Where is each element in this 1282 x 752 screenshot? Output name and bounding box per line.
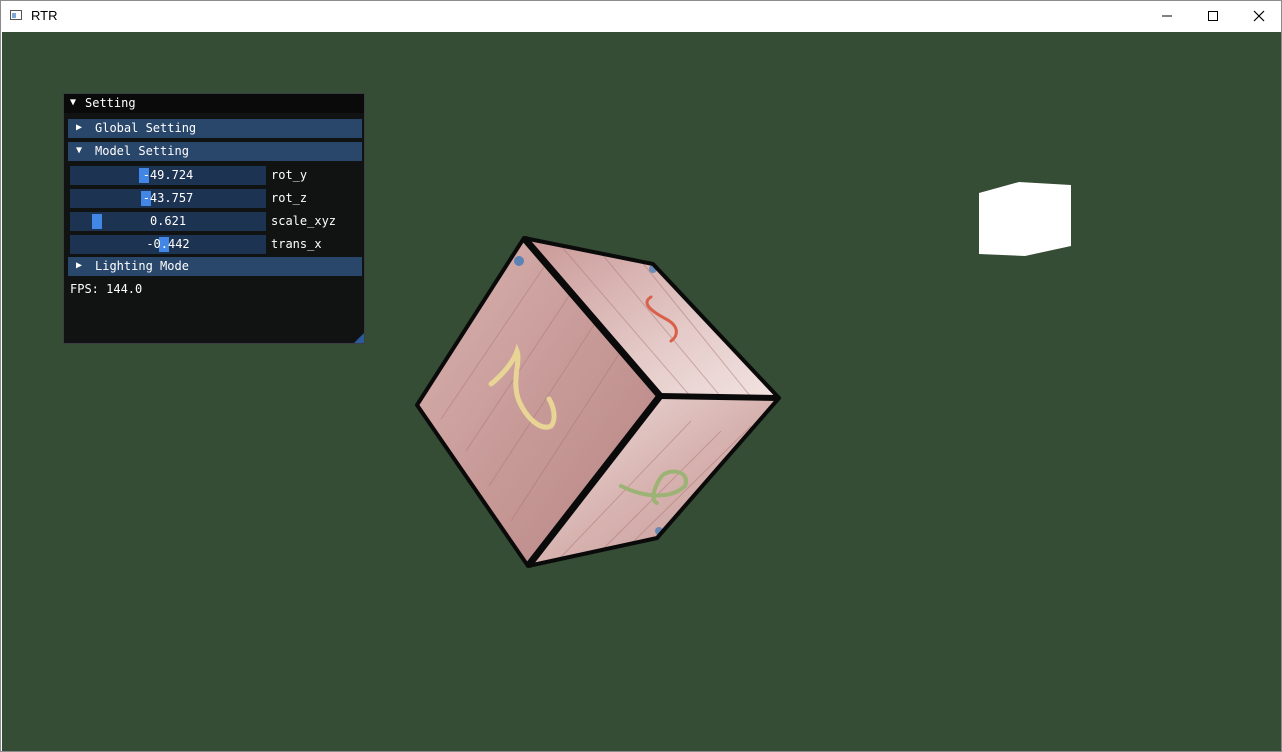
window-title: RTR — [31, 8, 58, 23]
rot-y-slider[interactable]: -49.724 — [70, 166, 266, 185]
panel-title: Setting — [85, 96, 136, 110]
rot-z-slider[interactable]: -43.757 — [70, 189, 266, 208]
minimize-button[interactable] — [1144, 1, 1190, 31]
rot-y-label: rot_y — [271, 168, 308, 182]
lighting-mode-label: Lighting Mode — [95, 259, 189, 273]
scale-xyz-label: scale_xyz — [271, 214, 337, 228]
fps-readout: FPS: 144.0 — [70, 282, 143, 296]
app-window: RTR ▼ Setting ▶ Global Setting ▼ Model S… — [0, 0, 1282, 752]
slider-value: 0.621 — [149, 214, 187, 228]
minimize-icon — [1162, 15, 1172, 17]
app-icon — [10, 10, 22, 20]
panel-title-bar[interactable]: ▼ Setting — [64, 94, 364, 113]
slider-value: -49.724 — [142, 168, 194, 182]
global-setting-label: Global Setting — [95, 121, 197, 135]
settings-panel[interactable]: ▼ Setting ▶ Global Setting ▼ Model Setti… — [63, 93, 365, 344]
rot-z-label: rot_z — [271, 191, 308, 205]
model-setting-header[interactable]: ▼ Model Setting — [68, 142, 362, 161]
maximize-button[interactable] — [1190, 1, 1236, 31]
model-setting-label: Model Setting — [95, 144, 189, 158]
collapse-arrow-icon: ▼ — [70, 97, 77, 108]
slider-value: -43.757 — [142, 191, 194, 205]
trans-x-slider[interactable]: -0.442 — [70, 235, 266, 254]
lighting-mode-header[interactable]: ▶ Lighting Mode — [68, 257, 362, 276]
close-button[interactable] — [1236, 1, 1282, 31]
global-setting-header[interactable]: ▶ Global Setting — [68, 119, 362, 138]
resize-grip[interactable] — [354, 333, 364, 343]
corner-spot — [514, 256, 524, 266]
expand-arrow-icon: ▶ — [76, 260, 83, 271]
scale-xyz-slider[interactable]: 0.621 — [70, 212, 266, 231]
maximize-icon — [1208, 11, 1218, 21]
expand-arrow-icon: ▶ — [76, 122, 83, 133]
slider-value: -0.442 — [146, 237, 190, 251]
textured-cube — [415, 235, 781, 569]
close-icon — [1253, 10, 1265, 22]
trans-x-label: trans_x — [271, 237, 322, 251]
collapse-arrow-icon: ▼ — [76, 145, 83, 156]
title-bar[interactable]: RTR — [1, 1, 1281, 31]
light-source-cube — [979, 182, 1071, 256]
